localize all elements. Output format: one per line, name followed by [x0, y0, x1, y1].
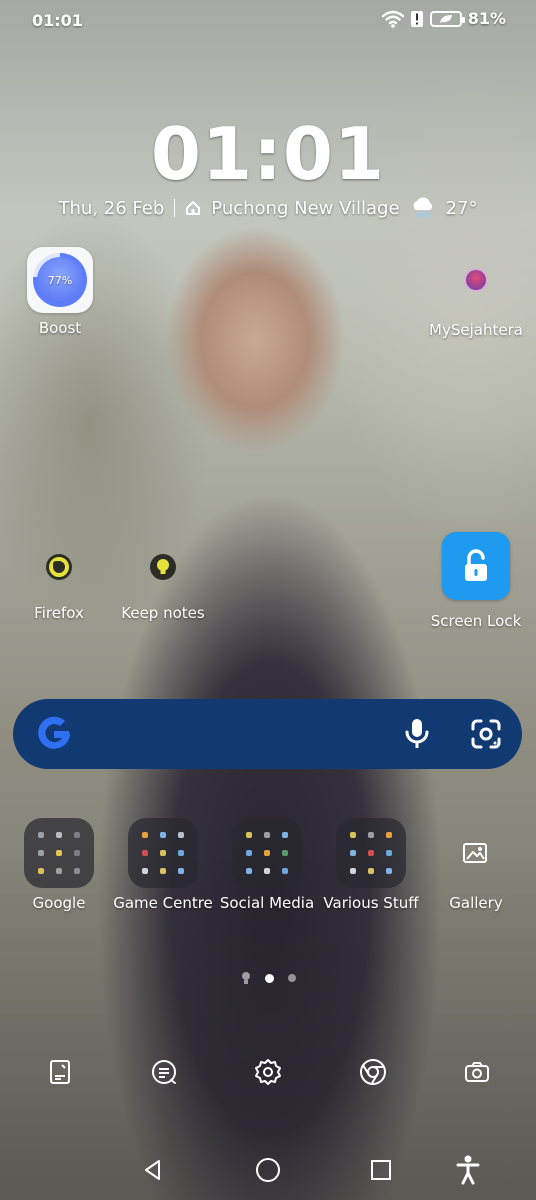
clock-widget-date: Thu, 26 Feb: [58, 197, 165, 219]
folder-label: Social Media: [219, 894, 315, 912]
accessibility-icon: [456, 1155, 480, 1185]
camera-icon: [465, 1062, 489, 1082]
back-icon: [145, 1160, 160, 1180]
keep-notes-icon: [108, 552, 218, 582]
lightbulb-page-icon: [241, 972, 250, 984]
divider: [174, 199, 176, 217]
recents-icon: [371, 1160, 391, 1180]
firefox-icon: [4, 552, 114, 582]
date-location-weather-row[interactable]: Thu, 26 Feb Puchong New Village 27°: [0, 197, 536, 219]
app-firefox[interactable]: Firefox: [4, 552, 114, 622]
notes-app-icon: [50, 1060, 70, 1084]
folder-game-centre[interactable]: Game Centre: [108, 818, 218, 912]
dock-notes-app[interactable]: [42, 1054, 78, 1090]
home-icon: [256, 1158, 280, 1182]
microphone-icon[interactable]: [401, 717, 433, 751]
settings-icon: [255, 1059, 281, 1085]
home-location-icon: [186, 201, 201, 215]
dock-chrome[interactable]: [355, 1054, 391, 1090]
app-label: Firefox: [34, 604, 84, 622]
page-dot-current: [264, 973, 274, 983]
messages-icon: [152, 1060, 176, 1084]
gallery-icon: [421, 818, 531, 888]
wifi-icon: [381, 10, 404, 28]
app-mysejahtera[interactable]: MySejahtera: [421, 267, 531, 339]
nav-accessibility[interactable]: [448, 1150, 488, 1190]
folder-social-media[interactable]: Social Media: [212, 818, 322, 912]
app-keep-notes[interactable]: Keep notes: [108, 552, 218, 622]
boost-icon: 77%: [27, 247, 93, 313]
page-indicator[interactable]: [0, 971, 536, 985]
alert-icon: [410, 10, 423, 27]
battery-saver-icon: [429, 10, 465, 27]
battery-percent: 81%: [467, 9, 506, 28]
nav-home[interactable]: [248, 1150, 288, 1190]
folder-label: Various Stuff: [323, 894, 419, 912]
google-lens-icon[interactable]: [469, 717, 503, 751]
folder-google[interactable]: Google: [4, 818, 114, 912]
screen-lock-icon: [442, 532, 510, 600]
dock-messages[interactable]: [146, 1054, 182, 1090]
boost-percent: 77%: [37, 257, 83, 303]
folder-various-stuff[interactable]: Various Stuff: [316, 818, 426, 912]
status-icons: 81%: [381, 9, 506, 28]
app-label: Gallery: [449, 894, 503, 912]
app-label: Screen Lock: [430, 612, 522, 630]
folder-label: Google: [32, 894, 86, 912]
google-search-bar[interactable]: [13, 699, 522, 769]
folder-icon: [336, 818, 406, 888]
folder-icon: [232, 818, 302, 888]
app-label: MySejahtera: [429, 321, 523, 339]
page-dot: [287, 974, 296, 982]
clock-widget-location: Puchong New Village: [211, 197, 400, 219]
google-logo-icon: [38, 716, 70, 749]
app-boost[interactable]: 77% Boost: [5, 247, 115, 337]
clock-widget-time[interactable]: 01:01: [0, 110, 536, 198]
cloud-rain-icon: [413, 197, 432, 218]
folder-label: Game Centre: [113, 894, 213, 912]
app-label: Boost: [38, 319, 82, 337]
clock-widget-temperature: 27°: [445, 197, 478, 219]
dock-camera[interactable]: [459, 1054, 495, 1090]
nav-back[interactable]: [133, 1150, 173, 1190]
status-time: 01:01: [32, 11, 83, 30]
mysejahtera-icon: [421, 267, 531, 293]
chrome-icon: [360, 1059, 386, 1085]
app-label: Keep notes: [121, 604, 205, 622]
folder-icon: [24, 818, 94, 888]
dock-settings[interactable]: [250, 1054, 286, 1090]
app-gallery[interactable]: Gallery: [421, 818, 531, 912]
nav-recents[interactable]: [361, 1150, 401, 1190]
folder-icon: [128, 818, 198, 888]
app-screen-lock[interactable]: Screen Lock: [421, 532, 531, 630]
